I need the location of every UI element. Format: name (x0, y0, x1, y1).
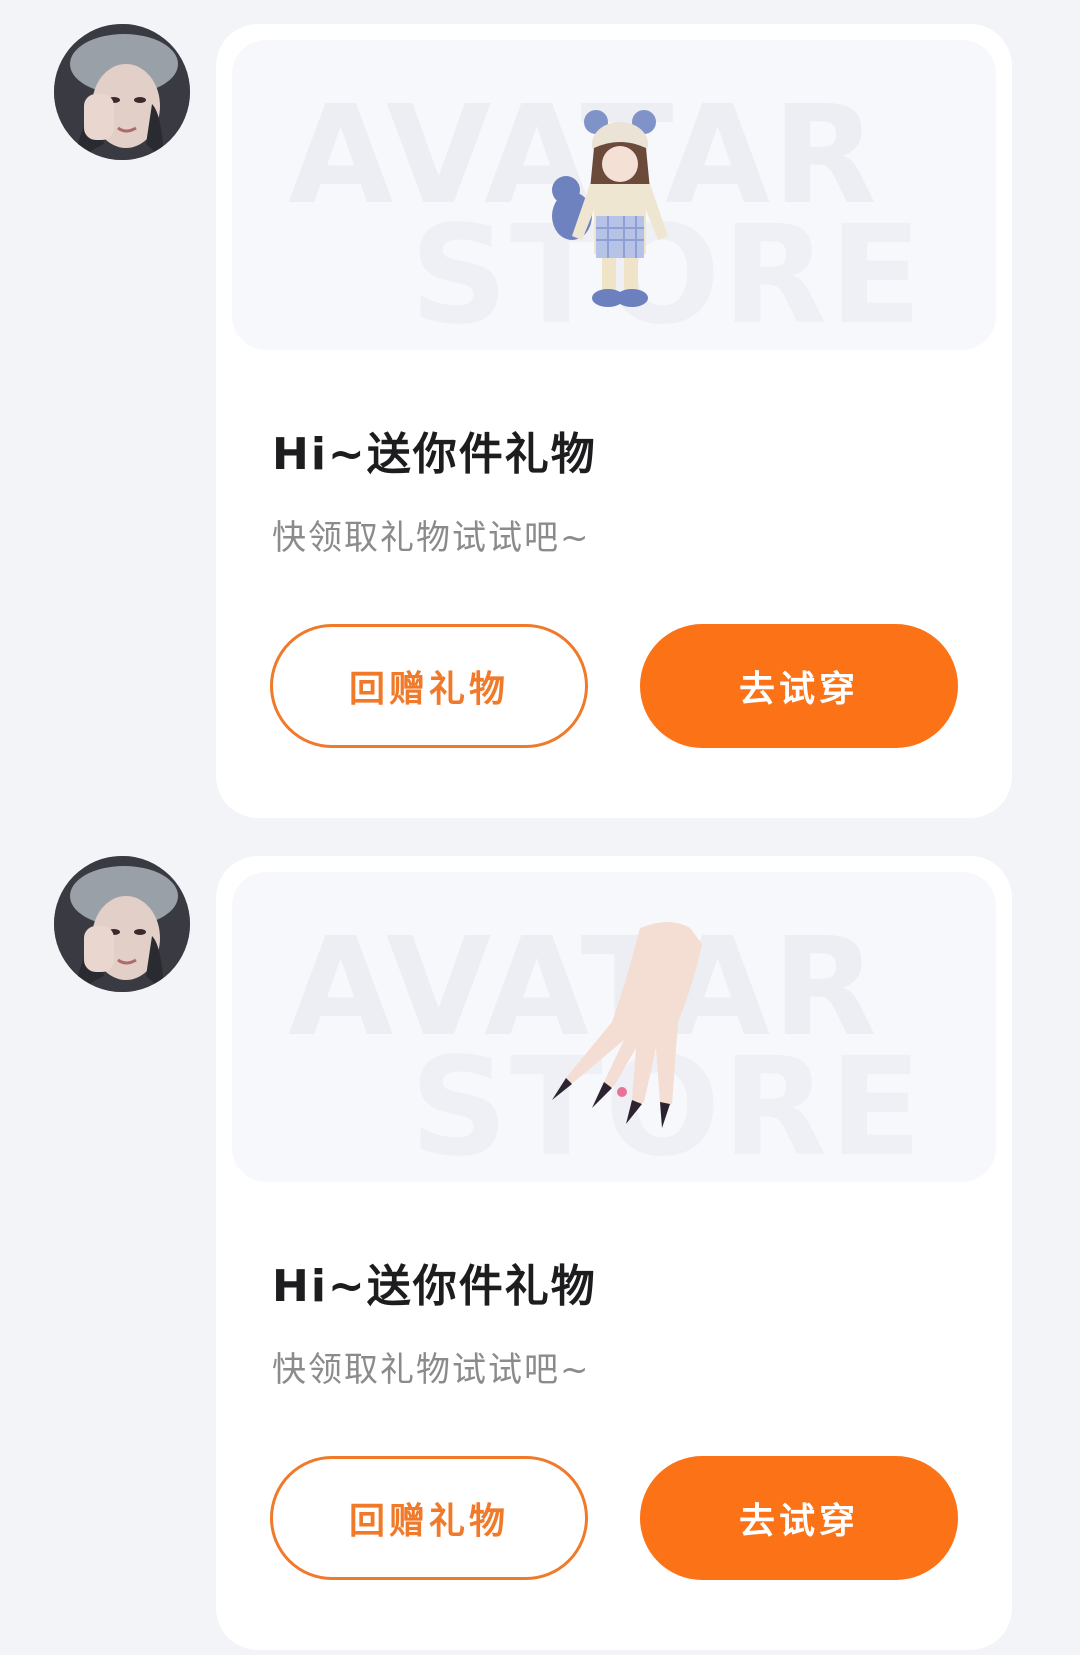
avatar-photo-icon (54, 856, 190, 992)
gift-title: Hi~送你件礼物 (272, 429, 597, 480)
doll-outfit-icon (552, 110, 668, 307)
gift-card: AVATAR STORE Hi~送你件礼物 快领取礼物试试吧~ 回赠礼物 去试穿 (216, 24, 1012, 818)
avatar-photo-icon (54, 24, 190, 160)
try-on-button[interactable]: 去试穿 (640, 624, 958, 748)
gift-title: Hi~送你件礼物 (272, 1261, 597, 1312)
gift-preview: AVATAR STORE (232, 40, 996, 350)
gift-message: AVATAR STORE Hi~送你件礼物 快领取礼物试试吧~ 回赠礼物 去试穿 (0, 832, 1080, 1650)
sender-avatar[interactable] (54, 856, 190, 992)
gift-card: AVATAR STORE Hi~送你件礼物 快领取礼物试试吧~ 回赠礼物 去试穿 (216, 856, 1012, 1650)
gift-subtitle: 快领取礼物试试吧~ (272, 1350, 591, 1390)
gift-message: AVATAR STORE Hi~送你件礼物 快领取礼物试试吧~ 回赠礼物 去试穿 (0, 0, 1080, 818)
gift-preview: AVATAR STORE (232, 872, 996, 1182)
return-gift-button[interactable]: 回赠礼物 (270, 624, 588, 748)
try-on-button[interactable]: 去试穿 (640, 1456, 958, 1580)
gift-subtitle: 快领取礼物试试吧~ (272, 518, 591, 558)
hand-nails-icon (552, 922, 702, 1128)
sender-avatar[interactable] (54, 24, 190, 160)
return-gift-button[interactable]: 回赠礼物 (270, 1456, 588, 1580)
